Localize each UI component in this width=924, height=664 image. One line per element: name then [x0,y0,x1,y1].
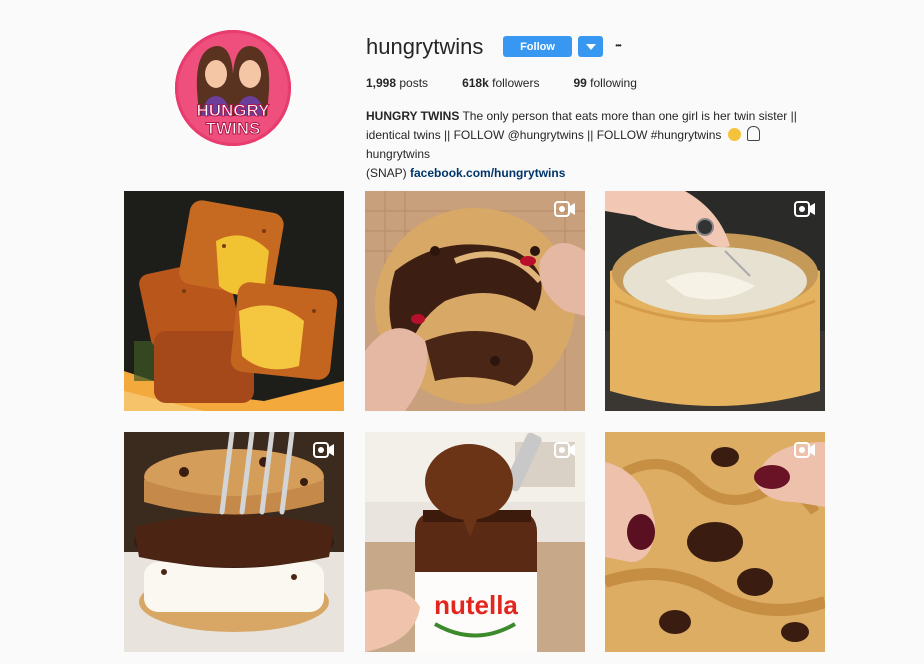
caret-down-icon [585,43,596,50]
post-tile[interactable] [365,191,585,411]
nutella-label-text: nutella [434,590,518,620]
post-tile[interactable]: nutella [365,432,585,652]
bio-line-2: identical twins || FOLLOW @hungrytwins |… [366,128,722,142]
smiley-emoji-icon [727,128,741,141]
followers-stat[interactable]: 618k followers [462,76,539,90]
followers-count: 618k [462,76,489,90]
posts-stat: 1,998 posts [366,76,428,90]
posts-label: posts [399,76,429,90]
bio-line-3: (SNAP) [366,166,407,180]
follow-button[interactable]: Follow [503,36,572,57]
avatar-text-twins: TWINS [206,119,261,138]
more-options-icon: ••• [615,40,621,50]
profile-bio: HUNGRY TWINS The only person that eats m… [366,107,806,183]
post-image-nutella-jar: nutella [365,432,585,652]
following-stat[interactable]: 99 following [573,76,636,90]
following-count: 99 [573,76,587,90]
followers-label: followers [492,76,540,90]
profile-avatar[interactable]: HUNGRY TWINS [175,30,291,146]
post-image-parmesan-wheel [605,191,825,411]
post-image-chocolate-chip-cookie [605,432,825,652]
suggestions-dropdown-button[interactable] [578,36,603,57]
posts-count: 1,998 [366,76,397,90]
post-tile[interactable] [605,191,825,411]
post-tile[interactable] [124,191,344,411]
bio-line-1: The only person that eats more than one … [462,109,797,123]
video-icon [794,201,815,217]
bio-website-link[interactable]: facebook.com/hungrytwins [410,166,565,180]
post-image-mac-cheese-bites [124,191,344,411]
bio-full-name: HUNGRY TWINS [366,109,460,123]
profile-stats: 1,998 posts 618k followers 99 following [366,76,671,90]
bio-snap-handle: hungrytwins [366,147,431,161]
ghost-emoji-icon [747,126,761,141]
avatar-text-hungry: HUNGRY [196,101,270,120]
post-image-chocolate-swirl-cookie [365,191,585,411]
video-icon [313,442,334,458]
profile-username: hungrytwins [366,34,484,59]
video-icon [554,442,575,458]
post-image-cookie-sandwich [124,432,344,652]
post-tile[interactable] [605,432,825,652]
post-tile[interactable] [124,432,344,652]
video-icon [794,442,815,458]
video-icon [554,201,575,217]
following-label: following [590,76,637,90]
more-options-button[interactable]: ••• [611,38,625,52]
